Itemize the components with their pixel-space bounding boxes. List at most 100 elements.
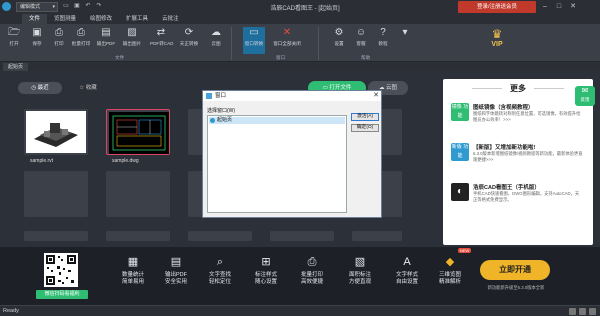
feature-dimension-style[interactable]: ⊞ 标注样式 随心设置 — [248, 255, 284, 301]
login-register-button[interactable]: 登录/注册送会员 — [458, 1, 536, 13]
layout-icon[interactable] — [589, 308, 596, 315]
help-icon: ? — [380, 27, 386, 38]
empty-file-slot — [188, 231, 252, 241]
close-all-label: 窗口全部关闭 — [273, 41, 301, 46]
save-button[interactable]: ▣ 保存 — [26, 27, 48, 54]
print-button[interactable]: ⎙ 打印 — [48, 27, 70, 54]
tab-extend-tools[interactable]: 扩展工具 — [119, 14, 155, 24]
gear-icon: ⚙ — [334, 27, 344, 38]
settings-button[interactable]: ⚙ 设置 — [328, 27, 350, 54]
select-window-label: 选择窗口(W) — [207, 108, 236, 114]
feature-sublabel: 自由设置 — [395, 279, 418, 285]
tutorial-button[interactable]: ? 教程 — [372, 27, 394, 54]
feature-export-pdf[interactable]: ▤ 输出PDF 安全实用 — [158, 255, 194, 301]
ribbon-group-help: 帮助 — [361, 55, 371, 60]
batch-print-button[interactable]: ⎙ 批量打印 — [70, 27, 92, 54]
export-pdf-label: 输出PDF — [96, 41, 116, 46]
area-icon: ▧ — [354, 256, 366, 268]
tab-file[interactable]: 文件 — [22, 14, 48, 24]
save-icon: ▣ — [32, 27, 42, 38]
file-thumbnail-dwg[interactable] — [106, 109, 170, 155]
feature-label: 数量统计 — [121, 272, 144, 278]
tutorial-label: 教程 — [378, 41, 388, 46]
tab-start-page[interactable]: 起始页 — [3, 63, 29, 71]
window-controls: – □ ✕ — [540, 1, 578, 13]
tab-cloud-annotate[interactable]: 云批注 — [155, 14, 186, 24]
convert-icon: ⟳ — [184, 27, 194, 38]
pdf-to-cad-button[interactable]: ⇄ PDF转CAD — [150, 27, 173, 54]
feature-batch-print[interactable]: ⎙ 批量打印 高效便捷 — [294, 255, 330, 301]
feature-area-dimension[interactable]: ▧ 面积标注 方便直观 — [342, 255, 378, 301]
settings-label: 设置 — [334, 41, 344, 46]
close-all-windows-button[interactable]: ✕ 窗口全部关闭 — [270, 27, 304, 54]
window-icon — [206, 93, 212, 99]
export-image-button[interactable]: ▨ 输出图片 — [121, 27, 143, 54]
tab-view-measure[interactable]: 览图测量 — [47, 14, 83, 24]
more-panel: 更多 镜像 功能 图纸镜像（含视频教程） 图纸和字体跳转对称到任意位置，可选镜像… — [443, 79, 593, 245]
save-quick-icon[interactable]: ▣ — [73, 2, 81, 10]
support-button[interactable]: ☺ 客服 — [350, 27, 372, 54]
feature-sublabel: 简单易用 — [121, 279, 144, 285]
promo-title: 浩辰CAD看图王（手机版） — [473, 185, 540, 191]
feature-label: 三维览图 — [438, 272, 461, 278]
dimension-icon: ⊞ — [261, 256, 271, 268]
open-button[interactable]: 🗁 打开 — [3, 27, 25, 54]
batch-print-icon: ⎙ — [307, 256, 317, 268]
minimize-icon[interactable]: – — [540, 1, 550, 13]
status-bar: Ready — [0, 305, 600, 316]
snap-toggle-icon[interactable] — [579, 308, 586, 315]
favorite-tab[interactable]: ☆ 收藏 — [66, 82, 110, 94]
activate-button[interactable]: 激活(A) — [351, 113, 379, 121]
list-item[interactable]: 起始页 — [209, 117, 345, 124]
feature-3d-view[interactable]: ◆ 三维览图 精准解析 — [432, 255, 468, 301]
feature-text-style[interactable]: A 文字样式 自由设置 — [389, 255, 425, 301]
qr-caption: 微信扫码看福利 — [36, 290, 88, 299]
promo-mirror[interactable]: 镜像 功能 图纸镜像（含视频教程） 图纸和字体跳转对称到任意位置，可选镜像，有效… — [451, 103, 583, 135]
close-icon[interactable]: ✕ — [373, 91, 379, 101]
folder-open-icon: 🗁 — [8, 27, 21, 38]
empty-file-slot — [270, 231, 334, 241]
window-switch-button[interactable]: ▭ 窗口转换 — [243, 27, 265, 54]
feedback-button[interactable]: ✉ 反馈 — [575, 86, 595, 106]
file-thumbnail-rvt[interactable] — [24, 109, 88, 155]
ok-button[interactable]: 确定(O) — [351, 124, 379, 132]
feature-text-search[interactable]: ⌕ 文字查找 轻松定位 — [202, 255, 238, 301]
tab-draw-modify[interactable]: 绘图修改 — [83, 14, 119, 24]
promo-mobile-app[interactable]: ◐ 浩辰CAD看图王（手机版） 手机CAD快速看图、DWG图形编辑，支持Auto… — [451, 183, 583, 215]
open-quick-icon[interactable]: ▭ — [62, 2, 70, 10]
promo-new-version[interactable]: 新版 功能 【新版】又增加新功能啦! 6.3.0版本新增图纸镜像/视频教程等新功… — [451, 143, 583, 175]
pdf-icon: ▤ — [101, 27, 111, 38]
chat-icon: ✉ — [581, 86, 589, 95]
cloud-label: 云图 — [211, 41, 221, 46]
grid-toggle-icon[interactable] — [569, 308, 576, 315]
print-icon: ⎙ — [55, 27, 63, 38]
pdf-icon: ▤ — [170, 256, 182, 268]
vip-label: VIP — [491, 41, 503, 48]
ribbon-separator — [231, 27, 232, 60]
expand-button[interactable]: ▾ — [394, 27, 416, 54]
open-now-button[interactable]: 立即开通 — [480, 260, 550, 280]
vip-badge[interactable]: ♛ VIP — [482, 27, 512, 59]
window-list[interactable]: 起始页 — [207, 115, 347, 213]
batch-print-icon: ⎙ — [77, 27, 85, 38]
print-label: 打印 — [54, 41, 64, 46]
tangent-convert-button[interactable]: ⟳ 天正转换 — [178, 27, 200, 54]
recent-tab[interactable]: ◷ 最近 — [18, 82, 62, 94]
cloud-drawing-label: 云图 — [386, 85, 398, 91]
dwg-preview-image — [109, 112, 169, 154]
mode-select[interactable]: 编辑模式 ▾ — [16, 2, 58, 12]
maximize-icon[interactable]: □ — [554, 1, 564, 13]
save-label: 保存 — [32, 41, 42, 46]
redo-quick-icon[interactable]: ↷ — [95, 2, 103, 10]
recent-label: 最近 — [37, 85, 49, 91]
export-pdf-button[interactable]: ▤ 输出PDF — [95, 27, 117, 54]
undo-quick-icon[interactable]: ↶ — [84, 2, 92, 10]
feature-label: 文字查找 — [208, 272, 231, 278]
crown-icon: ♛ — [491, 27, 503, 41]
feature-count[interactable]: ▦ 数量统计 简单易用 — [115, 255, 151, 301]
empty-file-slot — [352, 231, 402, 241]
close-icon[interactable]: ✕ — [568, 1, 578, 13]
cloud-button[interactable]: ☁ 云图 — [205, 27, 227, 54]
open-now-subtitle: 新功能新升级至6.3.0版本全新 — [487, 285, 545, 290]
feature-sublabel: 精准解析 — [438, 279, 461, 285]
